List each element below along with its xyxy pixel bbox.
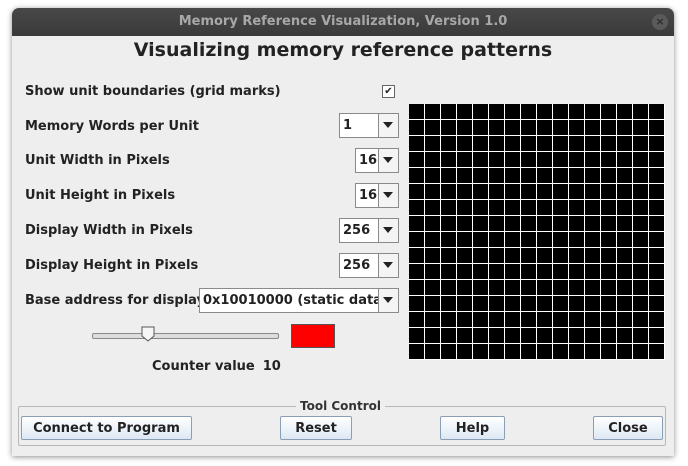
display-height-value: 256: [343, 258, 371, 273]
words-per-unit-value: 1: [343, 118, 353, 133]
display-width-label: Display Width in Pixels: [25, 223, 193, 238]
counter-readout: Counter value 10: [152, 359, 289, 374]
chevron-down-icon[interactable]: [378, 184, 398, 207]
chevron-down-icon[interactable]: [378, 289, 398, 312]
title-bar[interactable]: Memory Reference Visualization, Version …: [12, 8, 674, 36]
unit-width-select[interactable]: 16: [355, 148, 399, 173]
tool-window: Memory Reference Visualization, Version …: [12, 8, 674, 456]
unit-height-select[interactable]: 16: [355, 183, 399, 208]
display-width-value: 256: [343, 223, 371, 238]
words-per-unit-label: Memory Words per Unit: [25, 119, 199, 134]
base-address-label: Base address for display: [25, 293, 206, 308]
words-per-unit-select[interactable]: 1: [339, 113, 399, 138]
connect-to-program-button[interactable]: Connect to Program: [21, 416, 192, 440]
reset-button[interactable]: Reset: [280, 416, 352, 440]
delay-slider-track[interactable]: [92, 333, 279, 339]
delay-slider-thumb[interactable]: [141, 326, 155, 342]
help-button[interactable]: Help: [440, 416, 505, 440]
chevron-down-icon[interactable]: [378, 254, 398, 277]
chevron-down-icon[interactable]: [378, 114, 398, 137]
page-heading: Visualizing memory reference patterns: [133, 39, 553, 61]
unit-width-label: Unit Width in Pixels: [25, 153, 170, 168]
window-close-icon[interactable]: ×: [652, 14, 668, 30]
chevron-down-icon[interactable]: [378, 219, 398, 242]
close-button[interactable]: Close: [593, 416, 663, 440]
memory-display-grid: [409, 104, 665, 360]
show-boundaries-checkbox[interactable]: ✔: [382, 85, 395, 98]
unit-height-label: Unit Height in Pixels: [25, 188, 176, 203]
unit-width-value: 16: [359, 153, 378, 168]
color-swatch[interactable]: [291, 324, 335, 348]
show-boundaries-label: Show unit boundaries (grid marks): [25, 84, 281, 99]
base-address-select[interactable]: 0x10010000 (static data): [199, 288, 399, 313]
chevron-down-icon[interactable]: [378, 149, 398, 172]
unit-height-value: 16: [359, 188, 378, 203]
base-address-value: 0x10010000 (static data): [203, 293, 388, 308]
window-title: Memory Reference Visualization, Version …: [178, 14, 508, 29]
counter-value: 10: [262, 359, 281, 374]
display-height-label: Display Height in Pixels: [25, 258, 199, 273]
display-height-select[interactable]: 256: [339, 253, 399, 278]
tool-control-title: Tool Control: [296, 399, 385, 413]
display-width-select[interactable]: 256: [339, 218, 399, 243]
counter-label: Counter value: [152, 359, 255, 374]
